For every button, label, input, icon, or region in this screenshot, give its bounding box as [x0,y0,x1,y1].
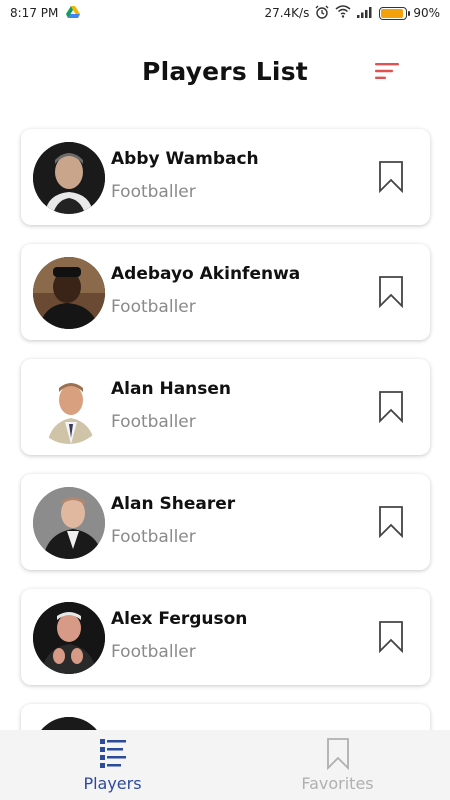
alarm-icon [315,5,329,22]
player-name: Alan Hansen [111,379,232,399]
bookmark-icon [379,391,403,424]
battery-level [381,8,403,18]
bookmark-button[interactable] [378,276,404,309]
bookmark-button[interactable] [378,506,404,539]
status-left: 8:17 PM [10,5,81,21]
bookmark-button[interactable] [378,621,404,654]
players-list[interactable]: Abby Wambach Footballer Adebayo Akinfenw… [21,129,430,800]
player-avatar [33,142,105,214]
player-card[interactable]: Alex Ferguson Footballer [21,589,430,685]
battery-percent: 90% [413,6,440,20]
filter-button[interactable] [374,58,400,84]
player-role: Footballer [111,642,196,662]
player-card[interactable]: Adebayo Akinfenwa Footballer [21,244,430,340]
player-role: Footballer [111,297,196,317]
player-avatar [33,372,105,444]
player-name: Adebayo Akinfenwa [111,264,301,284]
player-card[interactable]: Abby Wambach Footballer [21,129,430,225]
page-title: Players List [142,56,308,86]
bookmark-icon [379,621,403,654]
status-time: 8:17 PM [10,6,59,20]
player-card[interactable]: Alan Hansen Footballer [21,359,430,455]
bottom-nav: Players Favorites [0,730,450,800]
bookmark-button[interactable] [378,391,404,424]
bookmark-icon [379,161,403,194]
players-list-icon [99,739,126,768]
network-speed: 27.4K/s [264,6,310,20]
bookmark-button[interactable] [378,161,404,194]
wifi-icon [335,5,351,21]
tab-players[interactable]: Players [0,730,225,800]
player-card[interactable]: Alan Shearer Footballer [21,474,430,570]
signal-icon [357,6,373,21]
drive-icon [66,5,81,21]
status-right: 27.4K/s 90% [264,5,440,22]
header: Players List [0,44,450,98]
status-bar: 8:17 PM 27.4K/s 90% [0,0,450,26]
player-name: Alex Ferguson [111,609,248,629]
battery-icon [379,6,411,20]
player-role: Footballer [111,527,196,547]
bookmark-icon [326,738,349,770]
bookmark-icon [379,276,403,309]
bookmark-icon [379,506,403,539]
player-name: Abby Wambach [111,149,259,169]
tab-favorites-label: Favorites [301,774,374,793]
sort-icon [375,63,399,79]
player-avatar [33,487,105,559]
player-role: Footballer [111,412,196,432]
tab-players-label: Players [83,774,142,793]
player-name: Alan Shearer [111,494,236,514]
player-role: Footballer [111,182,196,202]
tab-favorites[interactable]: Favorites [225,730,450,800]
player-avatar [33,602,105,674]
player-avatar [33,257,105,329]
